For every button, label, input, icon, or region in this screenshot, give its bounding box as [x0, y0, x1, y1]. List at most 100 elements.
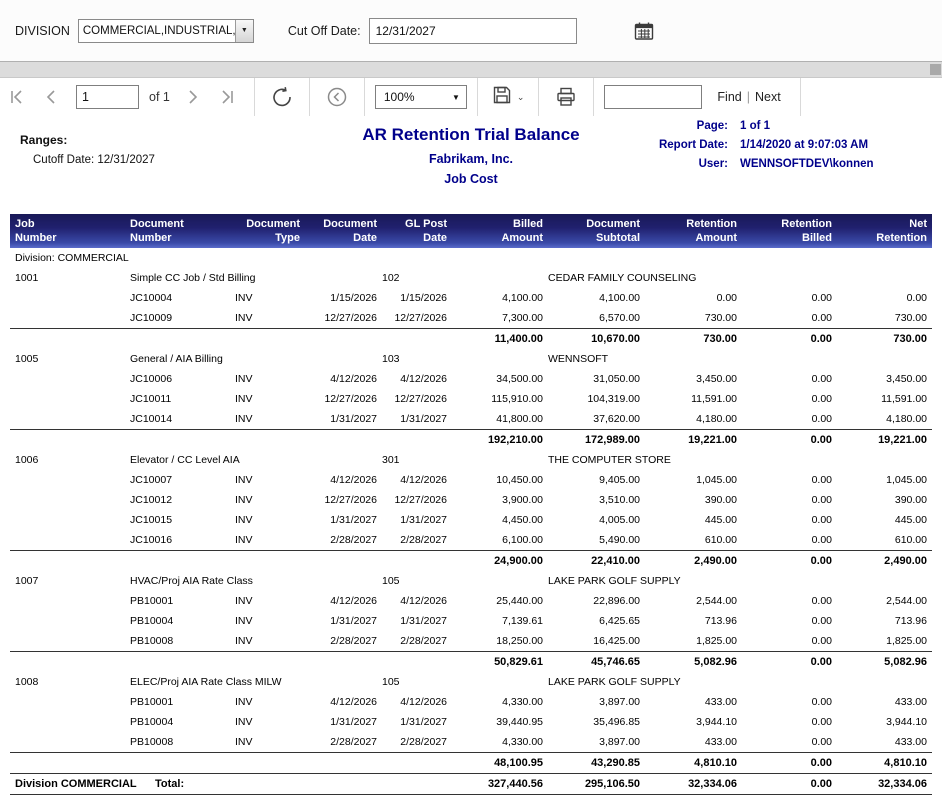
gl-post-date: 4/12/2026	[382, 696, 452, 708]
next-page-button[interactable]	[176, 78, 210, 116]
job-department: 301	[382, 454, 452, 466]
first-page-button[interactable]	[0, 78, 34, 116]
job-total-value: 4,810.10	[837, 757, 932, 769]
job-total-value: 192,210.00	[452, 434, 548, 446]
job-total-row: 11,400.0010,670.00730.000.00730.00	[10, 328, 932, 349]
division-total-value: 327,440.56	[452, 778, 548, 790]
billed-amount: 115,910.00	[452, 393, 548, 405]
job-total-row: 192,210.00172,989.0019,221.000.0019,221.…	[10, 429, 932, 450]
document-row: PB10001INV4/12/20264/12/20264,330.003,89…	[10, 692, 932, 712]
job-total-value: 11,400.00	[452, 333, 548, 345]
document-row: JC10009INV12/27/202612/27/20267,300.006,…	[10, 308, 932, 328]
refresh-button[interactable]	[265, 78, 299, 116]
billed-amount: 4,450.00	[452, 514, 548, 526]
chevron-down-icon: ▼	[452, 93, 460, 102]
zoom-select[interactable]: 100% ▼	[375, 85, 467, 109]
document-number: PB10008	[130, 736, 235, 748]
job-description: Elevator / CC Level AIA	[130, 454, 305, 466]
document-number: JC10007	[130, 474, 235, 486]
job-description: HVAC/Proj AIA Rate Class	[130, 575, 305, 587]
document-row: JC10014INV1/31/20271/31/202741,800.0037,…	[10, 409, 932, 429]
next-button[interactable]: Next	[755, 90, 781, 104]
job-total-value: 0.00	[742, 656, 837, 668]
billed-amount: 6,100.00	[452, 534, 548, 546]
toolbar-divider	[477, 78, 478, 116]
find-button[interactable]: Find	[717, 90, 741, 104]
document-type: INV	[235, 534, 305, 546]
document-type: INV	[235, 292, 305, 304]
job-total-value: 172,989.00	[548, 434, 645, 446]
document-type: INV	[235, 474, 305, 486]
column-header-gl-post-date: GL PostDate	[382, 217, 452, 246]
job-number: 1001	[15, 272, 130, 284]
retention-amount: 433.00	[645, 696, 742, 708]
job-header-row: 1005General / AIA Billing103WENNSOFT	[10, 349, 932, 369]
find-next-divider: |	[747, 90, 750, 104]
document-type: INV	[235, 696, 305, 708]
job-total-value: 5,082.96	[837, 656, 932, 668]
calendar-icon[interactable]	[633, 20, 655, 42]
column-header-document-type: DocumentType	[235, 217, 305, 246]
job-total-value: 0.00	[742, 555, 837, 567]
billed-amount: 41,800.00	[452, 413, 548, 425]
job-customer: LAKE PARK GOLF SUPPLY	[548, 575, 742, 587]
job-number: 1008	[15, 676, 130, 688]
document-number: PB10001	[130, 595, 235, 607]
net-retention: 4,180.00	[837, 413, 932, 425]
retention-amount: 730.00	[645, 312, 742, 324]
division-dropdown[interactable]: COMMERCIAL,INDUSTRIAL,RESID ▼	[78, 19, 254, 43]
back-button[interactable]	[320, 78, 354, 116]
document-date: 1/31/2027	[305, 615, 382, 627]
job-total-value: 2,490.00	[645, 555, 742, 567]
parameter-bar: DIVISION COMMERCIAL,INDUSTRIAL,RESID ▼ C…	[0, 0, 942, 62]
gl-post-date: 12/27/2026	[382, 494, 452, 506]
net-retention: 3,450.00	[837, 373, 932, 385]
document-type: INV	[235, 373, 305, 385]
chevron-down-icon: ▼	[241, 27, 248, 34]
document-row: JC10007INV4/12/20264/12/202610,450.009,4…	[10, 470, 932, 490]
job-customer: THE COMPUTER STORE	[548, 454, 742, 466]
column-header-billed-amount: BilledAmount	[452, 217, 548, 246]
billed-amount: 4,330.00	[452, 736, 548, 748]
retention-amount: 4,180.00	[645, 413, 742, 425]
job-number: 1007	[15, 575, 130, 587]
previous-page-button[interactable]	[34, 78, 68, 116]
gl-post-date: 2/28/2027	[382, 635, 452, 647]
page-count-label: of 1	[149, 90, 170, 104]
retention-billed: 0.00	[742, 635, 837, 647]
retention-amount: 610.00	[645, 534, 742, 546]
division-dropdown-button[interactable]: ▼	[235, 20, 253, 42]
document-number: JC10015	[130, 514, 235, 526]
document-type: INV	[235, 413, 305, 425]
retention-billed: 0.00	[742, 413, 837, 425]
retention-amount: 3,450.00	[645, 373, 742, 385]
page-number-input[interactable]	[76, 85, 139, 109]
document-subtotal: 22,896.00	[548, 595, 645, 607]
retention-billed: 0.00	[742, 696, 837, 708]
document-subtotal: 3,897.00	[548, 736, 645, 748]
document-row: PB10008INV2/28/20272/28/20274,330.003,89…	[10, 732, 932, 752]
export-button[interactable]: ⌄	[488, 85, 529, 110]
net-retention: 445.00	[837, 514, 932, 526]
scrollbar-corner[interactable]	[930, 64, 941, 75]
document-subtotal: 16,425.00	[548, 635, 645, 647]
find-input[interactable]	[604, 85, 702, 109]
billed-amount: 4,330.00	[452, 696, 548, 708]
cutoff-date-input[interactable]	[369, 18, 577, 44]
cutoff-date-label: Cut Off Date:	[288, 24, 361, 38]
print-button[interactable]	[549, 78, 583, 116]
retention-amount: 433.00	[645, 736, 742, 748]
retention-amount: 445.00	[645, 514, 742, 526]
document-row: PB10001INV4/12/20264/12/202625,440.0022,…	[10, 591, 932, 611]
report-subtitle: Job Cost	[0, 172, 942, 186]
net-retention: 730.00	[837, 312, 932, 324]
job-total-value: 24,900.00	[452, 555, 548, 567]
report-date-value: 1/14/2020 at 9:07:03 AM	[740, 139, 936, 151]
job-total-value: 45,746.65	[548, 656, 645, 668]
job-customer: WENNSOFT	[548, 353, 742, 365]
job-total-row: 24,900.0022,410.002,490.000.002,490.00	[10, 550, 932, 571]
job-customer: CEDAR FAMILY COUNSELING	[548, 272, 742, 284]
retention-amount: 713.96	[645, 615, 742, 627]
last-page-button[interactable]	[210, 78, 244, 116]
net-retention: 3,944.10	[837, 716, 932, 728]
